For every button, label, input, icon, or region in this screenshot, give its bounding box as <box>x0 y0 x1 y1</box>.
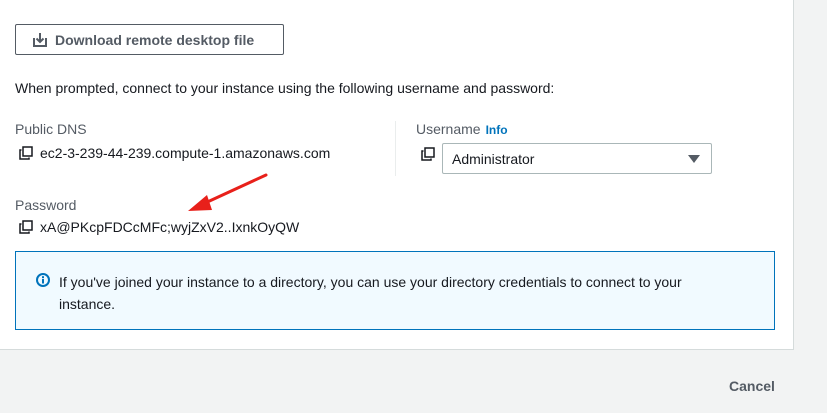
username-info-link[interactable]: Info <box>486 123 508 137</box>
username-selected-value: Administrator <box>452 150 535 167</box>
directory-info-alert: If you've joined your instance to a dire… <box>15 251 775 330</box>
cancel-button[interactable]: Cancel <box>729 378 775 394</box>
connect-panel: Download remote desktop file When prompt… <box>0 0 794 350</box>
caret-down-icon <box>688 155 700 163</box>
info-icon <box>36 273 50 287</box>
download-remote-desktop-file-button[interactable]: Download remote desktop file <box>15 24 284 55</box>
username-label-row: Username Info <box>416 121 508 137</box>
username-label: Username <box>416 121 481 137</box>
password-label: Password <box>15 197 77 213</box>
public-dns-value: ec2-3-239-44-239.compute-1.amazonaws.com <box>40 145 331 161</box>
password-value: xA@PKcpFDCcMFc;wyjZxV2..IxnkOyQW <box>40 219 300 235</box>
connect-prompt-text: When prompted, connect to your instance … <box>15 80 555 96</box>
download-button-label: Download remote desktop file <box>55 31 255 48</box>
download-icon <box>33 33 47 47</box>
public-dns-label: Public DNS <box>15 121 87 137</box>
copy-icon[interactable] <box>19 220 33 234</box>
public-dns-row: ec2-3-239-44-239.compute-1.amazonaws.com <box>19 145 330 161</box>
copy-icon[interactable] <box>19 146 33 160</box>
column-divider <box>395 121 396 176</box>
info-alert-text: If you've joined your instance to a dire… <box>59 274 682 312</box>
username-select[interactable]: Administrator <box>442 143 712 174</box>
copy-icon[interactable] <box>421 147 435 161</box>
password-row: xA@PKcpFDCcMFc;wyjZxV2..IxnkOyQW <box>19 219 299 235</box>
